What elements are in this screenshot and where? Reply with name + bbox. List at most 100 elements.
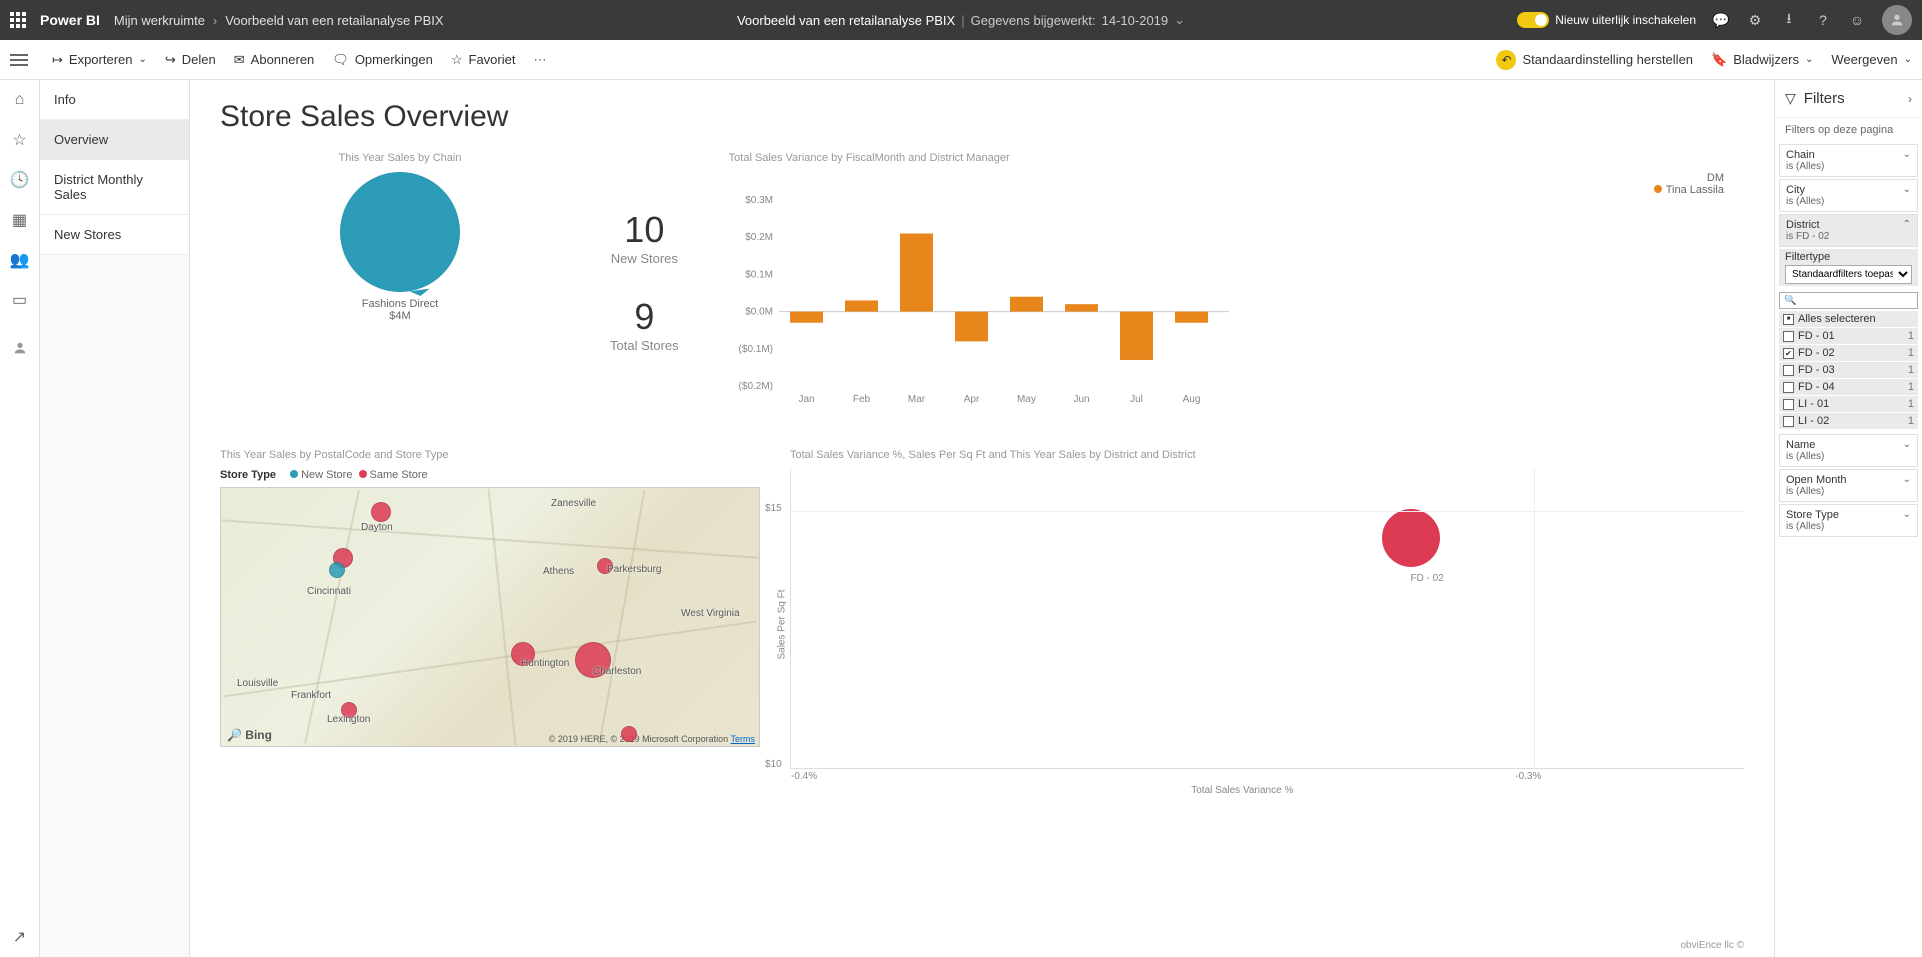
map-city-label: West Virginia bbox=[681, 608, 740, 619]
filters-panel: ▽ Filters › Filters op deze pagina Chain… bbox=[1774, 80, 1922, 957]
pie-slice bbox=[340, 172, 460, 292]
filter-card-name[interactable]: Name is (Alles) ⌄ bbox=[1779, 434, 1918, 467]
filtertype-select[interactable]: Standaardfilters toepassen bbox=[1785, 265, 1912, 284]
map-point[interactable] bbox=[621, 726, 637, 742]
filter-check-item[interactable]: LI - 021 bbox=[1779, 413, 1918, 430]
workspace-icon[interactable]: ▭ bbox=[10, 290, 30, 310]
kpi-total-stores[interactable]: 9 Total Stores bbox=[610, 296, 679, 353]
shared-icon[interactable]: 👥 bbox=[10, 250, 30, 270]
map-visual[interactable]: This Year Sales by PostalCode and Store … bbox=[220, 449, 760, 769]
download-icon[interactable]: ⭳ bbox=[1780, 11, 1798, 29]
bookmarks-button[interactable]: 🔖 Bladwijzers ⌄ bbox=[1711, 52, 1813, 68]
export-button[interactable]: ↦ Exporteren ⌄ bbox=[52, 52, 147, 68]
filtertype-label: Filtertype bbox=[1785, 251, 1912, 263]
favorites-star-icon[interactable]: ☆ bbox=[10, 130, 30, 150]
filter-card-chain[interactable]: Chain is (Alles) ⌄ bbox=[1779, 144, 1918, 177]
filter-value: is (Alles) bbox=[1786, 451, 1911, 462]
view-button[interactable]: Weergeven ⌄ bbox=[1831, 52, 1912, 67]
checkbox-indeterminate-icon[interactable] bbox=[1783, 314, 1794, 325]
expand-arrow-icon[interactable]: ↗ bbox=[10, 927, 30, 947]
view-label: Weergeven bbox=[1831, 52, 1897, 67]
checkbox-icon[interactable] bbox=[1783, 399, 1794, 410]
favorite-button[interactable]: ☆ Favoriet bbox=[451, 52, 516, 68]
kpi-new-stores[interactable]: 10 New Stores bbox=[610, 209, 679, 266]
checkbox-icon[interactable] bbox=[1783, 331, 1794, 342]
tab-district-monthly-sales[interactable]: District Monthly Sales bbox=[40, 160, 189, 215]
top-row: This Year Sales by Chain Fashions Direct… bbox=[220, 152, 1744, 409]
chevron-down-icon[interactable]: ⌄ bbox=[1174, 12, 1185, 28]
scatter-xtick-04: -0.4% bbox=[791, 771, 817, 782]
mail-icon: ✉ bbox=[234, 52, 245, 68]
check-count: 1 bbox=[1908, 381, 1914, 393]
apps-icon[interactable]: ▦ bbox=[10, 210, 30, 230]
bar-subtitle: Total Sales Variance by FiscalMonth and … bbox=[729, 152, 1744, 164]
checkbox-icon[interactable] bbox=[1783, 348, 1794, 359]
pie-subtitle: This Year Sales by Chain bbox=[220, 152, 580, 164]
tab-new-stores[interactable]: New Stores bbox=[40, 215, 189, 255]
checkbox-icon[interactable] bbox=[1783, 382, 1794, 393]
filter-icon: ▽ bbox=[1785, 90, 1796, 107]
map-credit: © 2019 HERE, © 2019 Microsoft Corporatio… bbox=[549, 734, 755, 744]
filter-check-item[interactable]: FD - 031 bbox=[1779, 362, 1918, 379]
expand-filters-icon[interactable]: › bbox=[1908, 92, 1912, 106]
filter-card-store-type[interactable]: Store Type is (Alles) ⌄ bbox=[1779, 504, 1918, 537]
map-canvas[interactable]: 🔎 Bing © 2019 HERE, © 2019 Microsoft Cor… bbox=[220, 487, 760, 747]
filter-search-input[interactable] bbox=[1779, 292, 1918, 309]
filter-check-item[interactable]: FD - 021 bbox=[1779, 345, 1918, 362]
reset-icon: ↶ bbox=[1496, 50, 1516, 70]
canvas-title: Store Sales Overview bbox=[220, 100, 1744, 134]
svg-text:($0.2M): ($0.2M) bbox=[738, 381, 772, 392]
scatter-canvas: Sales Per Sq Ft $15 $10 FD - 02 -0.4% -0… bbox=[790, 469, 1744, 769]
filter-card-open-month[interactable]: Open Month is (Alles) ⌄ bbox=[1779, 469, 1918, 502]
subscribe-button[interactable]: ✉ Abonneren bbox=[234, 52, 315, 68]
tab-overview[interactable]: Overview bbox=[40, 120, 189, 160]
filter-check-item[interactable]: FD - 011 bbox=[1779, 328, 1918, 345]
map-point[interactable] bbox=[371, 502, 391, 522]
app-launcher-icon[interactable] bbox=[10, 12, 26, 28]
recent-clock-icon[interactable]: 🕓 bbox=[10, 170, 30, 190]
nav-toggle-icon[interactable] bbox=[10, 54, 28, 66]
chat-icon[interactable]: 💬 bbox=[1712, 11, 1730, 29]
pie-chart-visual[interactable]: This Year Sales by Chain Fashions Direct… bbox=[220, 152, 580, 409]
filters-header[interactable]: ▽ Filters › bbox=[1775, 80, 1922, 118]
new-look-toggle[interactable] bbox=[1517, 12, 1549, 28]
svg-text:Jun: Jun bbox=[1073, 394, 1089, 405]
filter-check-item[interactable]: LI - 011 bbox=[1779, 396, 1918, 413]
filter-check-item[interactable]: FD - 041 bbox=[1779, 379, 1918, 396]
reset-default-button[interactable]: ↶ Standaardinstelling herstellen bbox=[1496, 50, 1693, 70]
chevron-down-icon: ⌄ bbox=[1805, 54, 1813, 65]
svg-text:Mar: Mar bbox=[908, 394, 926, 405]
filter-check-list: Alles selecteren FD - 011FD - 021FD - 03… bbox=[1779, 311, 1918, 430]
map-point[interactable] bbox=[329, 562, 345, 578]
help-icon[interactable]: ? bbox=[1814, 11, 1832, 29]
checkbox-icon[interactable] bbox=[1783, 365, 1794, 376]
map-terms-link[interactable]: Terms bbox=[731, 734, 756, 744]
filter-card-district[interactable]: District is FD - 02 ⌃ bbox=[1779, 214, 1918, 247]
user-avatar[interactable] bbox=[1882, 5, 1912, 35]
comments-button[interactable]: 🗨 Opmerkingen bbox=[332, 52, 433, 68]
breadcrumb-workspace[interactable]: Mijn werkruimte bbox=[114, 13, 205, 28]
bar-chart-visual[interactable]: Total Sales Variance by FiscalMonth and … bbox=[729, 152, 1744, 409]
map-city-label: Lexington bbox=[327, 714, 370, 725]
rail-avatar-icon[interactable] bbox=[10, 338, 30, 358]
chevron-down-icon: ⌄ bbox=[1904, 54, 1912, 65]
breadcrumb-report[interactable]: Voorbeeld van een retailanalyse PBIX bbox=[225, 13, 443, 28]
smiley-feedback-icon[interactable]: ☺ bbox=[1848, 11, 1866, 29]
kpi-label: New Stores bbox=[610, 251, 679, 266]
legend-same-store: Same Store bbox=[370, 469, 428, 481]
map-city-label: Huntington bbox=[521, 658, 569, 669]
scatter-ytick-15: $15 bbox=[765, 503, 782, 514]
scatter-visual[interactable]: Total Sales Variance %, Sales Per Sq Ft … bbox=[790, 449, 1744, 769]
new-look-label: Nieuw uiterlijk inschakelen bbox=[1555, 13, 1696, 27]
filter-card-city[interactable]: City is (Alles) ⌄ bbox=[1779, 179, 1918, 212]
tab-info[interactable]: Info bbox=[40, 80, 189, 120]
action-bar: ↦ Exporteren ⌄ ↪ Delen ✉ Abonneren 🗨 Opm… bbox=[0, 40, 1922, 80]
settings-gear-icon[interactable]: ⚙ bbox=[1746, 11, 1764, 29]
more-button[interactable]: ⋯ bbox=[533, 52, 546, 68]
home-icon[interactable]: ⌂ bbox=[10, 90, 30, 110]
share-button[interactable]: ↪ Delen bbox=[165, 52, 216, 68]
checkbox-icon[interactable] bbox=[1783, 416, 1794, 427]
svg-text:($0.1M): ($0.1M) bbox=[738, 344, 772, 355]
scatter-point[interactable] bbox=[1382, 509, 1440, 567]
filter-check-select-all[interactable]: Alles selecteren bbox=[1779, 311, 1918, 328]
